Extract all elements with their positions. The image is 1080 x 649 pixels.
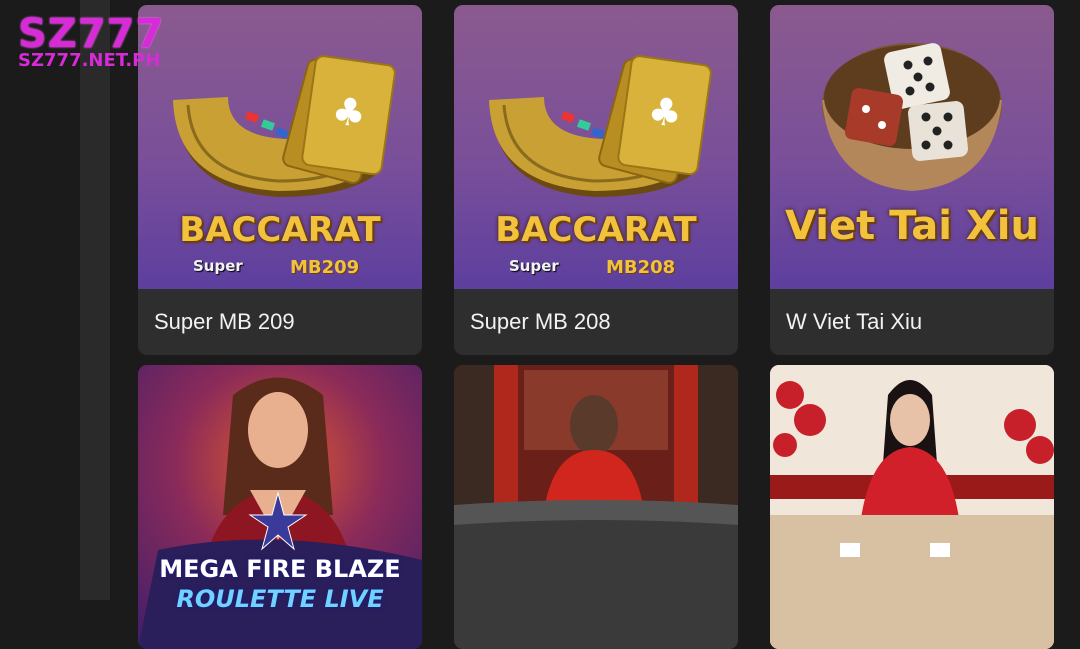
game-thumbnail: MEGA FIRE BLAZE ROULETTE LIVE (138, 365, 422, 649)
game-title: Super MB 208 (470, 309, 611, 334)
art-subtitle: ROULETTE LIVE (176, 585, 384, 613)
dealer-art (454, 365, 738, 649)
art-code: MB209 (290, 257, 360, 278)
art-title: BACCARAT (495, 210, 697, 250)
game-thumbnail: ♣ BACCARAT Super MB208 (454, 5, 738, 289)
dealer-art (770, 365, 1054, 649)
game-card-live-dealer-1[interactable] (454, 365, 738, 649)
game-thumbnail: ♣ BACCARAT Super MB209 (138, 5, 422, 289)
art-title: MEGA FIRE BLAZE (159, 555, 401, 583)
game-thumbnail: Viet Tai Xiu (770, 5, 1054, 289)
game-card-super-mb-208[interactable]: ♣ BACCARAT Super MB208 Super MB 208 (454, 5, 738, 355)
brand-name: SZ777 (18, 11, 165, 57)
game-card-live-dealer-2[interactable] (770, 365, 1054, 649)
game-title: W Viet Tai Xiu (786, 309, 923, 334)
brand-logo[interactable]: SZ777 SZ777.NET.PH (18, 14, 164, 70)
art-subtitle: Super (509, 257, 559, 275)
art-code: MB208 (606, 257, 676, 278)
game-card-super-mb-209[interactable]: ♣ BACCARAT Super MB209 Super MB 209 (138, 5, 422, 355)
sidebar-strip (80, 0, 110, 600)
brand-domain: SZ777.NET.PH (18, 50, 161, 71)
game-thumbnail (770, 365, 1054, 649)
art-title: BACCARAT (179, 210, 381, 250)
svg-text:♣: ♣ (329, 88, 369, 136)
game-card-mega-fire-blaze-roulette[interactable]: MEGA FIRE BLAZE ROULETTE LIVE (138, 365, 422, 649)
art-title: Viet Tai Xiu (785, 203, 1039, 249)
game-card-w-viet-tai-xiu[interactable]: Viet Tai Xiu W Viet Tai Xiu (770, 5, 1054, 355)
svg-text:♣: ♣ (645, 88, 685, 136)
game-thumbnail (454, 365, 738, 649)
game-title: Super MB 209 (154, 309, 295, 334)
art-subtitle: Super (193, 257, 243, 275)
